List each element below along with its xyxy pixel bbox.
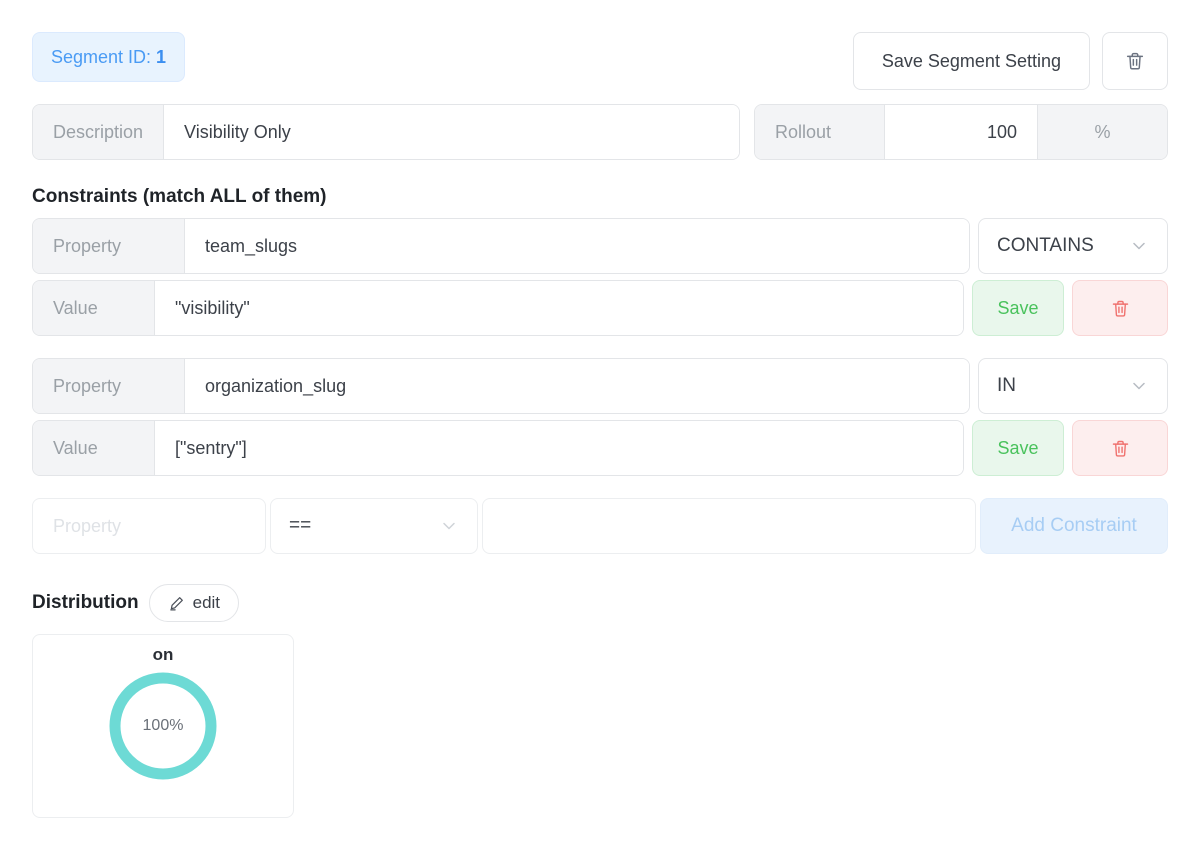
constraint-save-button[interactable]: Save <box>972 420 1064 476</box>
pencil-icon <box>168 595 185 612</box>
constraint-property-input[interactable] <box>185 359 969 413</box>
rollout-input[interactable] <box>885 105 1037 159</box>
constraint-property-input[interactable] <box>185 219 969 273</box>
constraint-operator-value: CONTAINS <box>997 235 1094 256</box>
distribution-edit-button[interactable]: edit <box>148 584 240 622</box>
segment-id-label: Segment ID: <box>51 47 152 67</box>
constraint-row: Property IN Value Save <box>32 358 1168 476</box>
trash-icon <box>1110 438 1131 459</box>
description-group: Description <box>32 104 740 160</box>
distribution-header: Distribution edit <box>32 584 1168 622</box>
distribution-chart-card: on 100% <box>32 634 294 818</box>
distribution-title: Distribution <box>32 592 139 613</box>
rollout-label: Rollout <box>755 105 885 159</box>
constraint-row: Property CONTAINS Value Save <box>32 218 1168 336</box>
trash-icon <box>1124 50 1146 72</box>
distribution-donut-chart: 100% <box>104 667 222 785</box>
donut-center-label: 100% <box>142 717 184 734</box>
new-constraint-operator-select[interactable]: == <box>270 498 478 554</box>
constraint-property-line: Property CONTAINS <box>32 218 1168 274</box>
constraint-value-group: Value <box>32 280 964 336</box>
delete-segment-button[interactable] <box>1102 32 1168 90</box>
constraint-operator-select[interactable]: IN <box>978 358 1168 414</box>
value-label: Value <box>33 281 155 335</box>
new-constraint-property-input[interactable] <box>32 498 266 554</box>
add-constraint-button[interactable]: Add Constraint <box>980 498 1168 554</box>
constraint-property-group: Property <box>32 358 970 414</box>
new-constraint-operator-value: == <box>289 515 312 536</box>
save-segment-setting-button[interactable]: Save Segment Setting <box>852 32 1090 90</box>
constraint-operator-select[interactable]: CONTAINS <box>978 218 1168 274</box>
top-bar: Segment ID: 1 Save Segment Setting <box>32 32 1168 90</box>
constraint-value-line: Value Save <box>32 420 1168 476</box>
description-label: Description <box>33 105 165 159</box>
rollout-unit-label: % <box>1037 105 1167 159</box>
chevron-down-icon <box>1129 236 1149 256</box>
constraint-delete-button[interactable] <box>1072 420 1168 476</box>
constraint-value-input[interactable] <box>155 281 963 335</box>
trash-icon <box>1110 298 1131 319</box>
constraint-save-button[interactable]: Save <box>972 280 1064 336</box>
segment-id-value: 1 <box>156 47 167 67</box>
constraint-value-line: Value Save <box>32 280 1168 336</box>
distribution-chart-title: on <box>152 645 174 664</box>
top-bar-actions: Save Segment Setting <box>852 32 1168 90</box>
segment-editor-page: Segment ID: 1 Save Segment Setting Descri… <box>0 0 1200 844</box>
constraint-delete-button[interactable] <box>1072 280 1168 336</box>
constraint-value-group: Value <box>32 420 964 476</box>
chevron-down-icon <box>439 516 459 536</box>
property-label: Property <box>33 219 185 273</box>
constraint-property-group: Property <box>32 218 970 274</box>
constraint-value-input[interactable] <box>155 421 963 475</box>
rollout-group: Rollout % <box>754 104 1168 160</box>
constraints-title: Constraints (match ALL of them) <box>32 186 327 207</box>
chevron-down-icon <box>1129 376 1149 396</box>
new-constraint-value-input[interactable] <box>482 498 976 554</box>
description-input[interactable] <box>164 105 739 159</box>
segment-id-badge[interactable]: Segment ID: 1 <box>32 32 186 82</box>
property-label: Property <box>33 359 185 413</box>
value-label: Value <box>33 421 155 475</box>
meta-row: Description Rollout % <box>32 104 1168 160</box>
distribution-edit-label: edit <box>192 593 221 612</box>
constraint-operator-value: IN <box>997 375 1016 396</box>
constraint-property-line: Property IN <box>32 358 1168 414</box>
add-constraint-row: == Add Constraint <box>32 498 1168 554</box>
